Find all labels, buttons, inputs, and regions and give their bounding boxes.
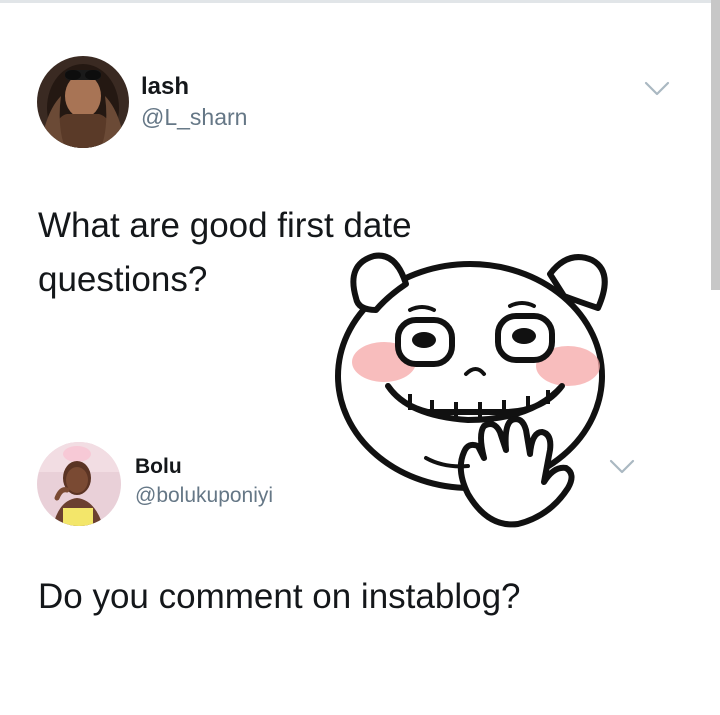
- tweet-author-name[interactable]: lash: [141, 73, 189, 101]
- grinning-waving-pig-sticker-icon: [335, 252, 608, 528]
- tweet-text: Do you comment on instablog?: [38, 577, 521, 616]
- tweet-author-handle[interactable]: @L_sharn: [141, 104, 247, 131]
- avatar-photo-icon: [37, 442, 121, 526]
- bolu-avatar[interactable]: [37, 442, 121, 526]
- avatar-photo-icon: [37, 56, 129, 148]
- chevron-down-icon[interactable]: [643, 80, 671, 98]
- scrollbar[interactable]: [711, 0, 720, 290]
- lash-avatar[interactable]: [37, 56, 129, 148]
- tweet-author-handle[interactable]: @bolukuponiyi: [135, 484, 273, 508]
- tweet-author-name[interactable]: Bolu: [135, 455, 182, 479]
- top-divider: [0, 0, 720, 3]
